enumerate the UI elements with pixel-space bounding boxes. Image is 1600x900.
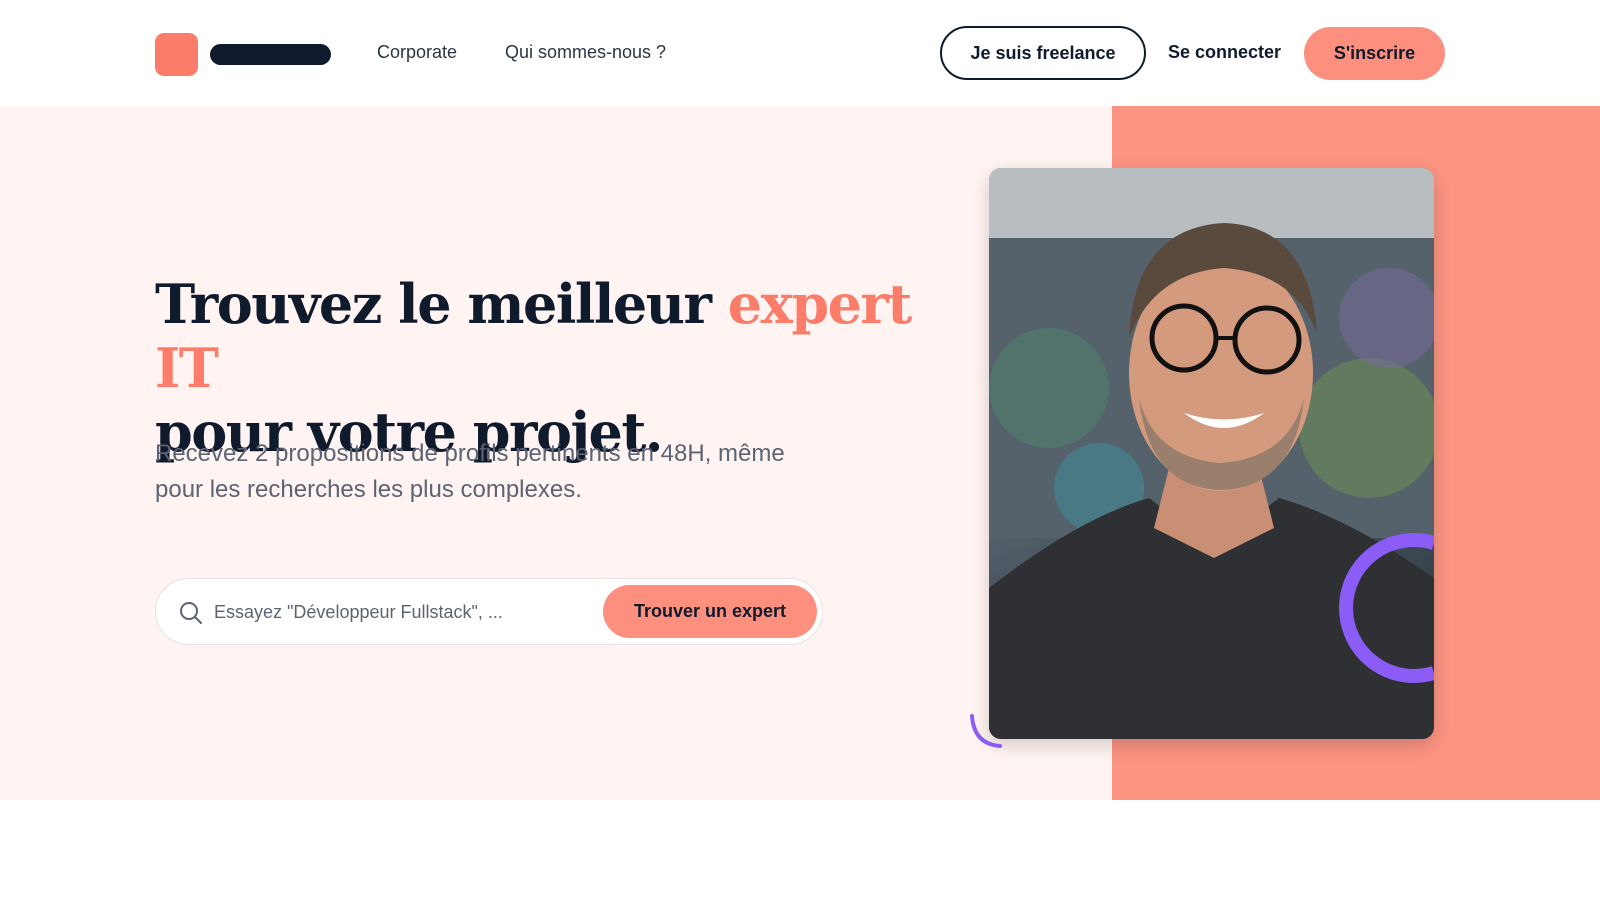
hero-portrait-photo xyxy=(989,168,1434,739)
freelance-button[interactable]: Je suis freelance xyxy=(940,26,1146,80)
nav-link-about[interactable]: Qui sommes-nous ? xyxy=(505,42,666,63)
decorative-arc-icon xyxy=(970,714,1002,748)
signup-button[interactable]: S'inscrire xyxy=(1304,27,1445,80)
find-expert-button[interactable]: Trouver un expert xyxy=(603,585,817,638)
logo-wordmark-redacted[interactable] xyxy=(210,44,331,65)
search-input[interactable] xyxy=(214,593,584,631)
search-bar: Trouver un expert xyxy=(155,578,823,645)
nav-link-corporate[interactable]: Corporate xyxy=(377,42,457,63)
login-link[interactable]: Se connecter xyxy=(1168,42,1281,63)
search-icon xyxy=(178,600,204,626)
headline-part1: Trouvez le meilleur xyxy=(155,272,728,336)
site-header: Corporate Qui sommes-nous ? Je suis free… xyxy=(0,0,1600,106)
logo-mark[interactable] xyxy=(155,33,198,76)
hero-subtext: Recevez 2 propositions de profils pertin… xyxy=(155,440,785,503)
